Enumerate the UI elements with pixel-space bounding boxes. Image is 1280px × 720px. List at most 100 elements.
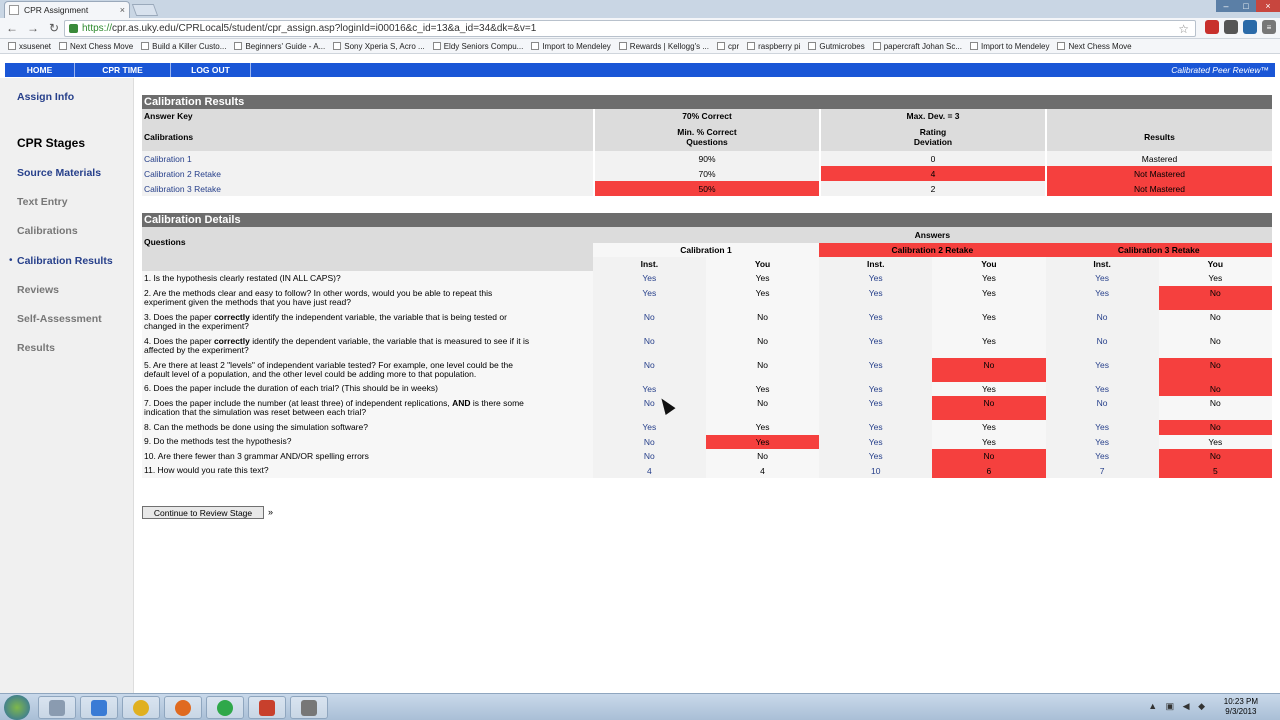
answer-cell: No (705, 396, 820, 420)
logout-link[interactable]: LOG OUT (171, 63, 251, 77)
bookmark-item[interactable]: Next Chess Move (1057, 42, 1132, 51)
forward-arrow-icon[interactable]: → (24, 19, 42, 37)
url-scheme: https:// (82, 23, 113, 34)
bookmark-favicon-icon (141, 42, 150, 50)
extension-icons: ≡ (1205, 20, 1276, 34)
extension-icon[interactable] (1243, 20, 1257, 34)
maximize-icon[interactable]: □ (1236, 0, 1256, 12)
you-header: You (1158, 257, 1272, 271)
bookmark-item[interactable]: xsusenet (8, 42, 51, 51)
answer-cell: Yes (592, 271, 706, 286)
bookmark-star-icon[interactable]: ☆ (1178, 22, 1189, 36)
answer-cell: No (1158, 449, 1272, 464)
answer-cell: No (1045, 396, 1159, 420)
continue-to-review-button[interactable]: Continue to Review Stage (142, 506, 264, 519)
bookmark-item[interactable]: Next Chess Move (59, 42, 133, 51)
bookmark-item[interactable]: Rewards | Kellogg's ... (618, 42, 709, 51)
url-text: cpr.as.uky.edu/CPRLocal5/student/cpr_ass… (112, 23, 537, 34)
sidebar-item-self-assessment: Self-Assessment (17, 313, 102, 325)
music-player-icon (91, 699, 107, 716)
sidebar-item-reviews: Reviews (17, 284, 60, 296)
browser-tab[interactable]: CPR Assignment × (4, 1, 130, 18)
sidebar-item-calibration-results[interactable]: Calibration Results (17, 255, 113, 267)
sidebar-item-source-materials[interactable]: Source Materials (17, 167, 101, 179)
answer-cell: Yes (705, 271, 820, 286)
address-bar[interactable]: https:// cpr.as.uky.edu/CPRLocal5/studen… (64, 20, 1196, 37)
menu-icon[interactable]: ≡ (1262, 20, 1276, 34)
sidebar-item-calibrations: Calibrations (17, 225, 78, 237)
taskbar-app-button[interactable] (248, 696, 286, 719)
answer-cell: Yes (932, 285, 1046, 310)
question-row: 8. Can the methods be done using the sim… (142, 420, 1272, 435)
answer-cell: Yes (705, 434, 820, 449)
taskbar-app-button[interactable] (290, 696, 328, 719)
question-text: 2. Are the methods clear and easy to fol… (142, 285, 593, 310)
answer-cell: No (592, 434, 706, 449)
answer-cell: No (1158, 357, 1272, 382)
bookmark-item[interactable]: cpr (717, 42, 739, 51)
answer-cell: Yes (819, 333, 933, 358)
bookmark-item[interactable]: Import to Mendeley (531, 42, 611, 51)
bookmark-item[interactable]: Build a Killer Custo... (141, 42, 226, 51)
taskbar-app-button[interactable] (164, 696, 202, 719)
question-row: 7. Does the paper include the number (at… (142, 396, 1272, 420)
bookmark-item[interactable]: Beginners' Guide - A... (234, 42, 325, 51)
bookmark-favicon-icon (872, 42, 881, 50)
answer-cell: No (1158, 396, 1272, 420)
home-link[interactable]: HOME (5, 63, 75, 77)
answer-cell: Yes (819, 396, 933, 420)
bookmark-favicon-icon (333, 42, 342, 50)
reload-icon[interactable]: ↻ (45, 19, 63, 37)
question-text: 5. Are there at least 2 "levels" of inde… (142, 357, 593, 382)
minimize-icon[interactable]: – (1216, 0, 1236, 12)
bookmark-item[interactable]: Gutmicrobes (808, 42, 865, 51)
deviation-cell: 2 (819, 181, 1046, 196)
bookmark-item[interactable]: papercraft Johan Sc... (872, 42, 962, 51)
cpr-time-link[interactable]: CPR TIME (75, 63, 171, 77)
close-window-icon[interactable]: × (1256, 0, 1280, 12)
system-tray-icons[interactable]: ▲ ▣ ◀ ◆ (1148, 701, 1208, 712)
taskbar-app-button[interactable] (206, 696, 244, 719)
answer-cell: No (705, 449, 820, 464)
answer-cell: No (1158, 309, 1272, 334)
taskbar-app-button[interactable] (38, 696, 76, 719)
new-tab-button[interactable] (131, 4, 159, 16)
bookmark-item[interactable]: Eldy Seniors Compu... (432, 42, 523, 51)
question-text: 11. How would you rate this text? (142, 463, 593, 478)
calibration-1-link[interactable]: Calibration 1 (144, 154, 192, 164)
inst-header: Inst. (592, 257, 706, 271)
question-row: 9. Do the methods test the hypothesis? N… (142, 434, 1272, 449)
bookmark-item[interactable]: Import to Mendeley (970, 42, 1049, 51)
bookmark-item[interactable]: Sony Xperia S, Acro ... (333, 42, 425, 51)
question-row: 3. Does the paper correctly identify the… (142, 309, 1272, 334)
back-arrow-icon[interactable]: ← (3, 19, 21, 37)
answer-cell: Yes (932, 420, 1046, 435)
bookmark-item[interactable]: raspberry pi (747, 42, 800, 51)
answer-cell: No (705, 357, 820, 382)
app-icon (301, 699, 317, 716)
extension-icon[interactable] (1205, 20, 1219, 34)
taskbar-app-button[interactable] (80, 696, 118, 719)
question-text: 7. Does the paper include the number (at… (142, 396, 593, 420)
start-button-icon[interactable] (4, 695, 30, 720)
answer-cell: No (1158, 381, 1272, 396)
answer-cell: No (592, 357, 706, 382)
sidebar-item-assign-info[interactable]: Assign Info (17, 91, 74, 103)
sidebar-item-results: Results (17, 342, 55, 354)
taskbar-clock[interactable]: 10:23 PM 9/3/2013 (1224, 697, 1258, 717)
answer-cell: Yes (1045, 449, 1159, 464)
calibration-2-link[interactable]: Calibration 2 Retake (144, 169, 221, 179)
tab-close-icon[interactable]: × (120, 5, 125, 15)
calibration-3-link[interactable]: Calibration 3 Retake (144, 184, 221, 194)
bookmark-favicon-icon (234, 42, 243, 50)
taskbar-app-button[interactable] (122, 696, 160, 719)
answer-cell: Yes (819, 271, 933, 286)
answer-cell: Yes (592, 381, 706, 396)
extension-icon[interactable] (1224, 20, 1238, 34)
pct-correct-label: 70% Correct (593, 109, 820, 123)
answer-cell: Yes (1045, 420, 1159, 435)
question-text: 10. Are there fewer than 3 grammar AND/O… (142, 449, 593, 464)
question-text: 6. Does the paper include the duration o… (142, 381, 593, 396)
answer-cell: No (932, 357, 1046, 382)
answer-cell: No (592, 333, 706, 358)
